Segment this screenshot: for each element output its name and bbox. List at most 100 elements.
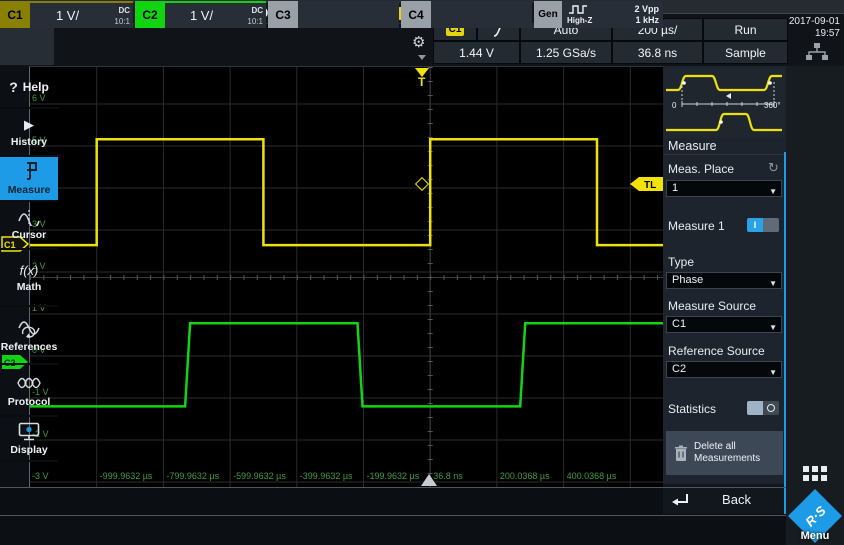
type-value: Phase [672,274,703,286]
channel2-info[interactable]: 1 V/ DC 10:1 [165,1,266,28]
sidebar-item-display[interactable]: Display [0,417,58,462]
sidebar-item-cursor[interactable]: Cursor [0,202,58,250]
run-state-value: Run [734,23,756,37]
c2-trace [30,323,670,406]
question-icon: ? [9,79,18,95]
toggle-track [763,401,779,415]
channel4-tab[interactable]: C4 [401,1,431,28]
channel1-scale: 1 V/ [30,8,105,23]
sample-rate-value: 1.25 GSa/s [536,46,596,60]
sidebar-item-help[interactable]: ? Help [0,66,58,109]
chevron-down-icon[interactable] [418,55,426,60]
sidebar-item-history[interactable]: ▶ History [0,109,58,157]
measure1-label: Measure 1 [668,219,725,233]
sidebar-item-menu[interactable]: R·S Menu [786,462,844,545]
time-axis-label: 36.8 ns [433,471,463,481]
voltage-axis-label: -3 V [32,471,49,481]
chevron-down-icon: ▼ [769,276,777,291]
meas-place-select[interactable]: 1 ▼ [666,180,782,197]
sidebar-item-protocol[interactable]: Protocol [0,365,58,417]
trigger-position-cell[interactable]: 36.8 ns [612,41,703,64]
menu-label: Menu [786,530,844,542]
play-icon: ▶ [24,117,34,133]
chevron-down-icon: ▼ [769,184,777,199]
channel1-tab[interactable]: C1 [0,1,30,28]
measure-source-value: C1 [672,318,686,330]
trigger-level-flag-text: TL [644,180,656,191]
time-axis-label: 200.0368 µs [500,471,550,481]
refresh-icon[interactable]: ↻ [768,160,779,176]
generator-tab[interactable]: Gen [534,1,562,28]
trash-icon [674,445,688,462]
panel-title: Measure [668,139,717,153]
panel-divider [663,154,784,155]
channel1-coupling: DC [118,6,130,15]
fx-icon: f(x) [20,263,39,278]
channel3-info[interactable] [298,1,399,28]
time-axis-label: -999.9632 µs [100,471,153,481]
trigger-level-value: 1.44 V [459,46,494,60]
generator-frequency: 1 kHz [635,15,659,25]
datetime: 2017-09-01 19:57 [789,16,840,40]
generator-info[interactable]: High-Z 2 Vpp 1 kHz [562,1,663,28]
trigger-time-bottom-marker [421,474,437,486]
chevron-down-icon: ▼ [769,365,777,380]
delete-all-measurements-button[interactable]: Delete all Measurements [666,431,783,475]
oscilloscope-screen: RTB2004; 1333.1005K04; 102239 (01.210 20… [0,0,844,545]
time-axis-label: -799.9632 µs [166,471,219,481]
back-button-label: Back [689,492,784,507]
generator-impedance: High-Z [567,16,592,25]
channel4-info[interactable] [431,1,532,28]
time-value: 19:57 [789,28,840,40]
toggle-track [763,218,779,232]
type-label: Type [668,255,694,269]
acquire-mode-value: Sample [725,46,766,60]
reference-source-select[interactable]: C2 ▼ [666,361,782,378]
channel2-scale: 1 V/ [165,8,238,23]
meas-place-value: 1 [672,182,678,194]
sidebar-item-measure[interactable]: Measure [0,157,58,202]
toggle-off-knob [747,401,763,415]
sidebar-item-math[interactable]: f(x) Math [0,250,58,307]
back-arrow-icon [671,492,689,506]
statistics-toggle[interactable] [747,401,779,415]
delete-button-line2: Measurements [694,453,760,464]
acquire-mode-cell[interactable]: Sample [703,41,788,64]
waveform-display[interactable]: 6 V5 V4 V3 V2 V1 V0 V-1 V-2 V-3 V-999.96… [29,66,670,487]
channel-bar [0,516,786,545]
bus-signal-icon [16,373,42,393]
time-axis-label: -199.9632 µs [367,471,420,481]
cursor-waveform-icon [17,209,41,226]
channel3-tab[interactable]: C3 [268,1,298,28]
menu-grid-icon [803,466,827,483]
network-icon [804,42,830,62]
toggle-on-knob: I [747,218,763,232]
caliper-icon [19,161,39,181]
back-button[interactable]: Back [663,484,784,514]
measure-source-select[interactable]: C1 ▼ [666,316,782,333]
phase-measure-diagram: 0 360° [664,68,784,138]
meas-place-label: Meas. Place [668,162,734,176]
gear-icon[interactable]: ⚙ [412,33,425,51]
measurement-results-bar [0,488,663,515]
channel1-info[interactable]: 1 V/ DC 10:1 [30,1,133,28]
reference-source-value: C2 [672,363,686,375]
channel2-coupling: DC [251,6,263,15]
monitor-gear-icon [18,422,40,441]
type-select[interactable]: Phase ▼ [666,272,782,289]
generator-amplitude: 2 Vpp [634,4,659,14]
statistics-label: Statistics [668,402,716,416]
run-state-cell[interactable]: Run [703,18,788,41]
date-value: 2017-09-01 [789,16,840,28]
measure-source-label: Measure Source [668,299,756,313]
measure1-toggle[interactable]: I [747,218,779,232]
reference-source-label: Reference Source [668,344,765,358]
trigger-level-cell[interactable]: 1.44 V [433,41,520,64]
trigger-position-value: 36.8 ns [638,46,677,60]
channel2-tab[interactable]: C2 [135,1,165,28]
delete-button-line1: Delete all [694,441,736,452]
sidebar-item-references[interactable]: References [0,307,58,365]
square-wave-icon [568,5,590,14]
sample-rate-cell[interactable]: 1.25 GSa/s [520,41,612,64]
chevron-down-icon: ▼ [769,320,777,335]
